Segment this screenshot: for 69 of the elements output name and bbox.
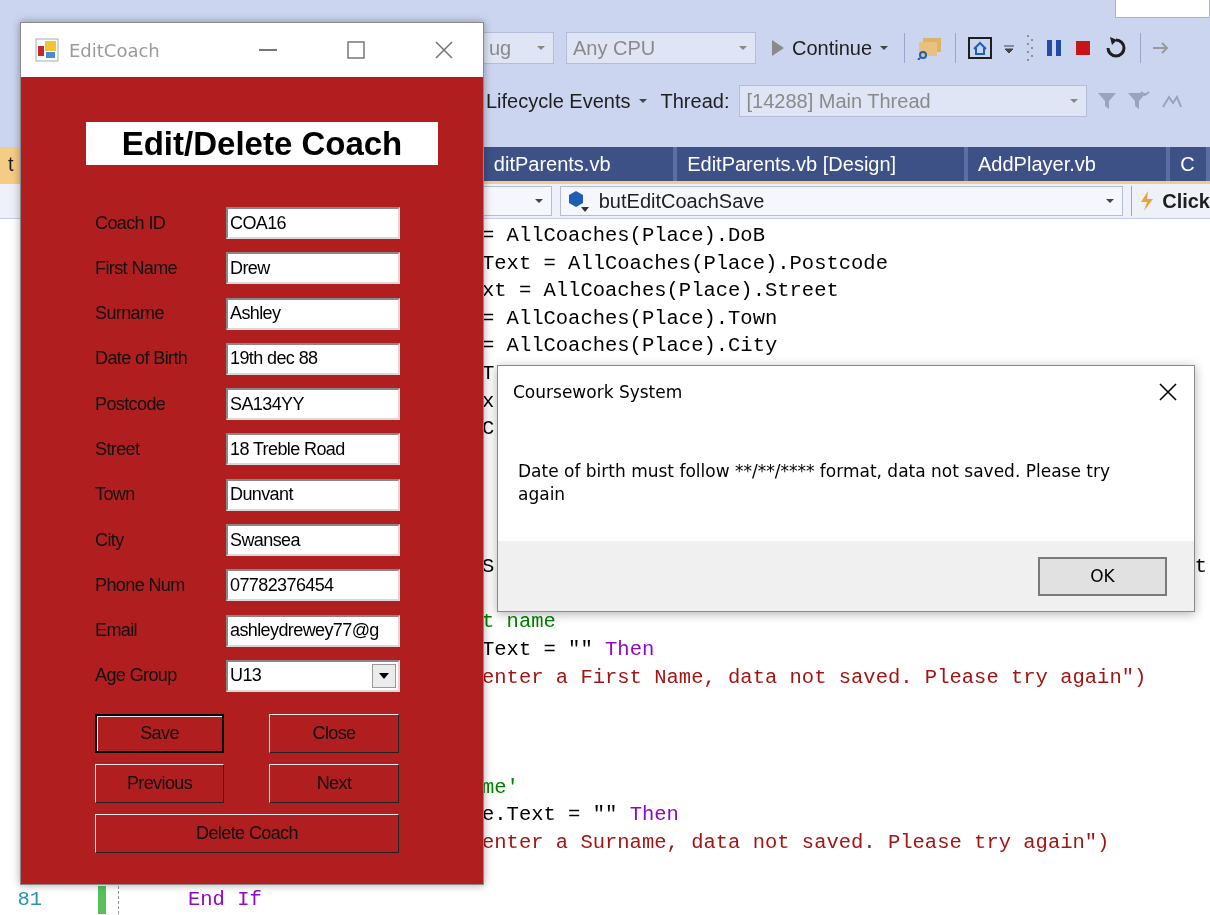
code-text: Text = AllCoaches(Place).Postcode: [482, 250, 888, 277]
thread-label: Thread:: [660, 89, 730, 113]
field-label: Phone Num: [95, 574, 186, 596]
code-text: t: [1194, 555, 1207, 579]
code-text: T: [482, 360, 495, 387]
code-text: Then: [629, 802, 679, 829]
age-group-dropdown[interactable]: U13: [226, 659, 400, 692]
close-icon[interactable]: [1158, 382, 1178, 402]
field-label: Town: [95, 484, 136, 506]
grip-icon: [1026, 33, 1035, 63]
document-tab[interactable]: t: [0, 147, 20, 181]
code-text: End If: [188, 887, 262, 914]
lightning-icon: [1140, 191, 1155, 211]
field-label: First Name: [95, 257, 178, 279]
home-window-icon[interactable]: [968, 37, 993, 59]
form-icon: [35, 38, 59, 62]
caret-icon: [638, 99, 647, 103]
event-label: Click: [1162, 189, 1210, 213]
dialog-message: Date of birth must follow **/**/**** format, data not saved. Please try again: [518, 461, 1110, 504]
caret-icon: [537, 46, 545, 50]
dialog-title: Coursework System: [513, 382, 683, 402]
caret-icon: [379, 672, 389, 679]
maximize-icon[interactable]: [347, 41, 365, 59]
caret-icon[interactable]: [1004, 42, 1015, 54]
text-field[interactable]: Dunvant: [226, 478, 400, 511]
code-text: t name: [482, 609, 556, 636]
member-dropdown[interactable]: butEditCoachSave: [559, 186, 1124, 216]
pause-icon[interactable]: [1046, 39, 1063, 57]
caret-icon: [739, 46, 747, 50]
code-text: xt = AllCoaches(Place).Street: [482, 278, 839, 305]
text-field[interactable]: 18 Treble Road: [226, 433, 400, 466]
code-text: Text = "": [482, 636, 594, 663]
field-label: Surname: [95, 303, 165, 325]
text-field[interactable]: Ashley: [226, 297, 400, 330]
caret-icon: [880, 46, 889, 50]
field-label: Postcode: [95, 393, 167, 415]
code-text: enter a Surname, data not saved. Please try again"): [482, 830, 1110, 857]
window-title: EditCoach: [69, 39, 161, 61]
class-dropdown[interactable]: [482, 186, 552, 216]
object-icon: [566, 189, 591, 213]
field-label: Coach ID: [95, 212, 167, 234]
text-field[interactable]: SA134YY: [226, 388, 400, 421]
stop-icon[interactable]: [1074, 39, 1093, 57]
field-label: Street: [95, 439, 141, 460]
code-text: e.Text = "": [482, 802, 619, 829]
text-field[interactable]: 19th dec 88: [226, 342, 400, 375]
code-text: enter a First Name, data not saved. Please try again"): [482, 664, 1147, 691]
code-text: Then: [605, 636, 655, 663]
folder-icon[interactable]: [917, 36, 944, 60]
field-label: Date of Birth: [95, 348, 189, 370]
lifecycle-events-button[interactable]: Lifecycle Events: [482, 87, 651, 115]
caret-icon: [1070, 99, 1079, 103]
field-label: Email: [95, 620, 138, 642]
code-text: x: [482, 388, 495, 415]
text-field[interactable]: ashleydrewey77@g: [226, 614, 400, 647]
caret-icon: [534, 199, 543, 203]
text-field[interactable]: Drew: [226, 252, 400, 285]
search-field[interactable]: [1115, 0, 1210, 18]
continue-button[interactable]: Continue: [768, 34, 893, 62]
text-field[interactable]: 07782376454: [226, 569, 400, 602]
line-number: 81: [16, 887, 42, 914]
ok-button[interactable]: OK: [1038, 556, 1167, 596]
field-label: Age Group: [95, 665, 178, 687]
caret-icon: [1106, 199, 1115, 203]
form-heading: Edit/Delete Coach: [86, 122, 438, 165]
text-field[interactable]: Swansea: [226, 524, 400, 557]
text-field[interactable]: COA16: [226, 207, 400, 239]
play-icon: [772, 40, 784, 56]
field-label: City: [95, 529, 125, 551]
